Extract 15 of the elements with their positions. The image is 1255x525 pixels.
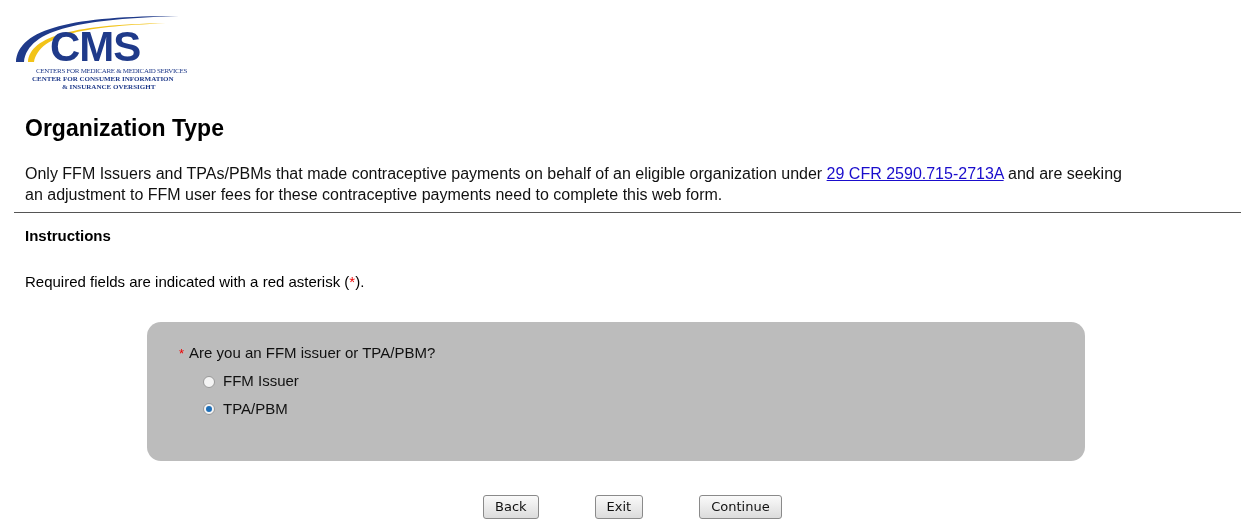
logo-wordmark: CMS	[50, 28, 141, 66]
regulation-link[interactable]: 29 CFR 2590.715-2713A	[826, 164, 1004, 182]
required-mark: *	[179, 344, 185, 363]
instructions-heading: Instructions	[25, 225, 112, 246]
radio-button[interactable]	[203, 403, 215, 415]
question-label: Are you an FFM issuer or TPA/PBM?	[189, 342, 436, 363]
instructions-text: Required fields are indicated with a red asterisk (*).	[25, 272, 366, 293]
radio-button[interactable]	[203, 375, 215, 388]
intro-paragraph: Only FFM Issuers and TPAs/PBMs that made contraceptive payments on behalf of an eligible organization under 29 CFR 2590.715-2713A and are seeking an adjustment to FFM user fees for these contraceptive payments need to complete this web form.	[25, 163, 1123, 205]
radio-option[interactable]: FFM Issuer	[203, 370, 1085, 393]
form-button[interactable]: Back	[483, 494, 539, 519]
form-button[interactable]: Continue	[699, 494, 782, 519]
radio-option[interactable]: TPA/PBM	[203, 397, 1085, 421]
page-title: Organization Type	[25, 114, 225, 143]
form-button[interactable]: Exit	[594, 494, 644, 519]
